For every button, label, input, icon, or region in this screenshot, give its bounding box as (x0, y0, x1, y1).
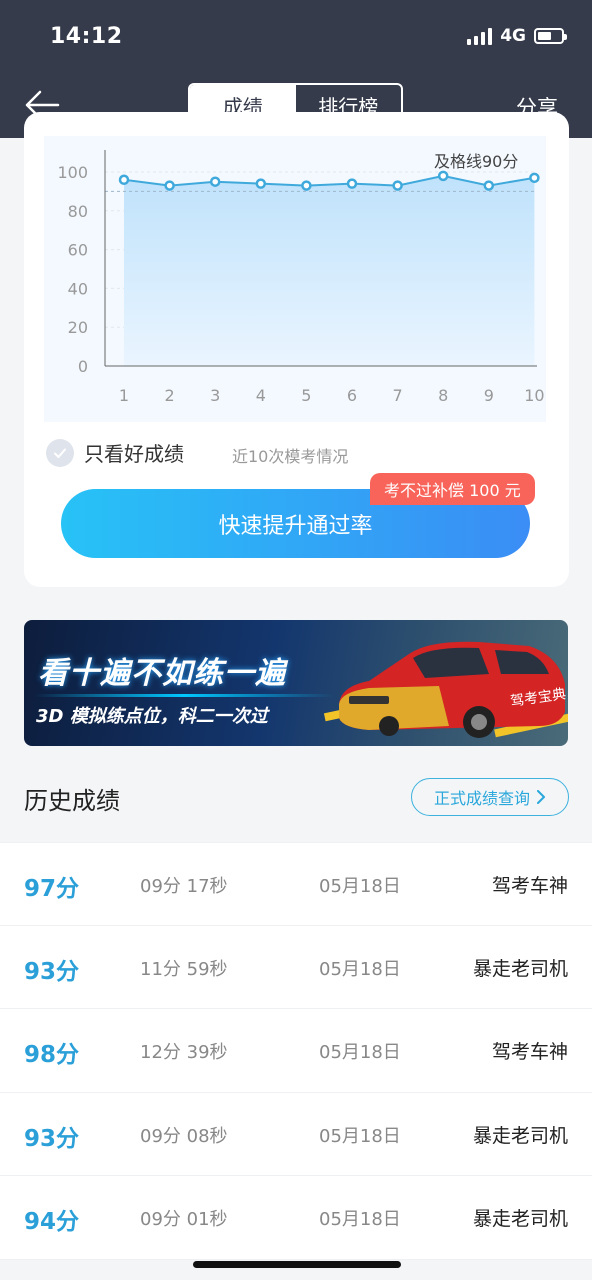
chart-subtitle: 近10次模考情况 (232, 447, 349, 466)
row-title: 暴走老司机 (472, 957, 568, 980)
promo-banner[interactable]: 驾考宝典 看十遍不如练一遍 3D 模拟练点位，科二一次过 (24, 620, 568, 746)
row-score: 97分 (24, 876, 80, 902)
history-row[interactable]: 93分 11分 59秒 05月18日 暴走老司机 (0, 926, 592, 1009)
x-tick-label: 6 (347, 386, 357, 405)
data-point (301, 180, 312, 191)
banner-subtitle: 3D 模拟练点位，科二一次过 (36, 706, 268, 727)
row-score: 94分 (24, 1209, 80, 1235)
history-list: 97分 09分 17秒 05月18日 驾考车神 93分 11分 59秒 05月1… (0, 842, 592, 1260)
data-point (529, 172, 540, 184)
y-tick-label: 0 (78, 357, 88, 376)
history-row[interactable]: 94分 09分 01秒 05月18日 暴走老司机 (0, 1176, 592, 1260)
x-tick-label: 5 (301, 386, 311, 405)
official-score-query-label: 正式成绩查询 (433, 789, 530, 808)
status-indicators: 4G (467, 26, 567, 46)
network-type: 4G (500, 26, 526, 46)
x-tick-label: 9 (484, 386, 494, 405)
banner-headline: 看十遍不如练一遍 (38, 656, 286, 691)
data-point (255, 178, 267, 189)
score-chart-svg: 0 20 40 60 80 100 及格线90分 1 2 3 4 5 6 7 8 9 10 (57, 150, 545, 405)
x-tick-label: 8 (438, 386, 448, 405)
row-title: 驾考车神 (491, 875, 568, 897)
good-score-label: 只看好成绩 (84, 442, 184, 466)
pass-line-label: 及格线90分 (434, 152, 518, 171)
signal-icon (467, 27, 493, 45)
car-image: 驾考宝典 (339, 641, 567, 738)
row-duration: 11分 59秒 (140, 958, 228, 980)
history-row[interactable]: 93分 09分 08秒 05月18日 暴走老司机 (0, 1093, 592, 1176)
check-circle-icon[interactable] (46, 438, 74, 467)
history-row[interactable]: 97分 09分 17秒 05月18日 驾考车神 (0, 842, 592, 926)
x-tick-label: 2 (165, 386, 175, 405)
row-duration: 09分 01秒 (140, 1209, 228, 1230)
row-date: 05月18日 (319, 958, 401, 980)
row-duration: 09分 08秒 (140, 1125, 228, 1147)
data-point (392, 180, 403, 191)
history-row[interactable]: 98分 12分 39秒 05月18日 驾考车神 (0, 1009, 592, 1093)
y-tick-label: 40 (68, 279, 88, 298)
x-tick-label: 7 (393, 386, 403, 405)
row-date: 05月18日 (319, 1209, 401, 1230)
banner-divider (34, 694, 334, 697)
data-point (118, 174, 130, 186)
battery-icon (534, 28, 567, 44)
data-point (483, 180, 495, 191)
data-point (164, 180, 175, 191)
row-score: 98分 (24, 1042, 80, 1068)
row-title: 驾考车神 (491, 1041, 568, 1063)
score-chart: 0 20 40 60 80 100 及格线90分 1 2 3 4 5 6 7 8 9 10 (44, 136, 546, 422)
row-date: 05月18日 (319, 1125, 401, 1147)
row-score: 93分 (24, 958, 80, 985)
y-tick-label: 20 (68, 318, 88, 337)
row-duration: 09分 17秒 (140, 876, 228, 897)
history-title: 历史成绩 (24, 787, 120, 815)
chevron-right-icon (537, 790, 545, 804)
data-point (437, 170, 449, 182)
official-score-query-button[interactable]: 正式成绩查询 (411, 778, 569, 816)
compensation-badge: 考不过补偿 100 元 (370, 473, 535, 505)
score-area (124, 175, 535, 366)
y-tick-label: 80 (68, 202, 88, 221)
home-indicator (193, 1261, 401, 1268)
good-score-toggle[interactable]: 只看好成绩 (46, 438, 184, 467)
row-date: 05月18日 (319, 876, 401, 897)
row-title: 暴走老司机 (472, 1124, 568, 1147)
x-tick-label: 1 (119, 386, 129, 405)
row-score: 93分 (24, 1125, 80, 1152)
x-tick-label: 10 (524, 386, 544, 405)
row-date: 05月18日 (319, 1042, 401, 1063)
status-time: 14:12 (50, 24, 123, 49)
x-tick-label: 3 (210, 386, 220, 405)
row-title: 暴走老司机 (472, 1208, 568, 1230)
row-duration: 12分 39秒 (140, 1042, 228, 1063)
x-tick-label: 4 (256, 386, 266, 405)
y-tick-label: 60 (68, 241, 88, 260)
y-tick-label: 100 (57, 163, 88, 182)
data-point (346, 178, 358, 189)
data-point (209, 176, 221, 187)
